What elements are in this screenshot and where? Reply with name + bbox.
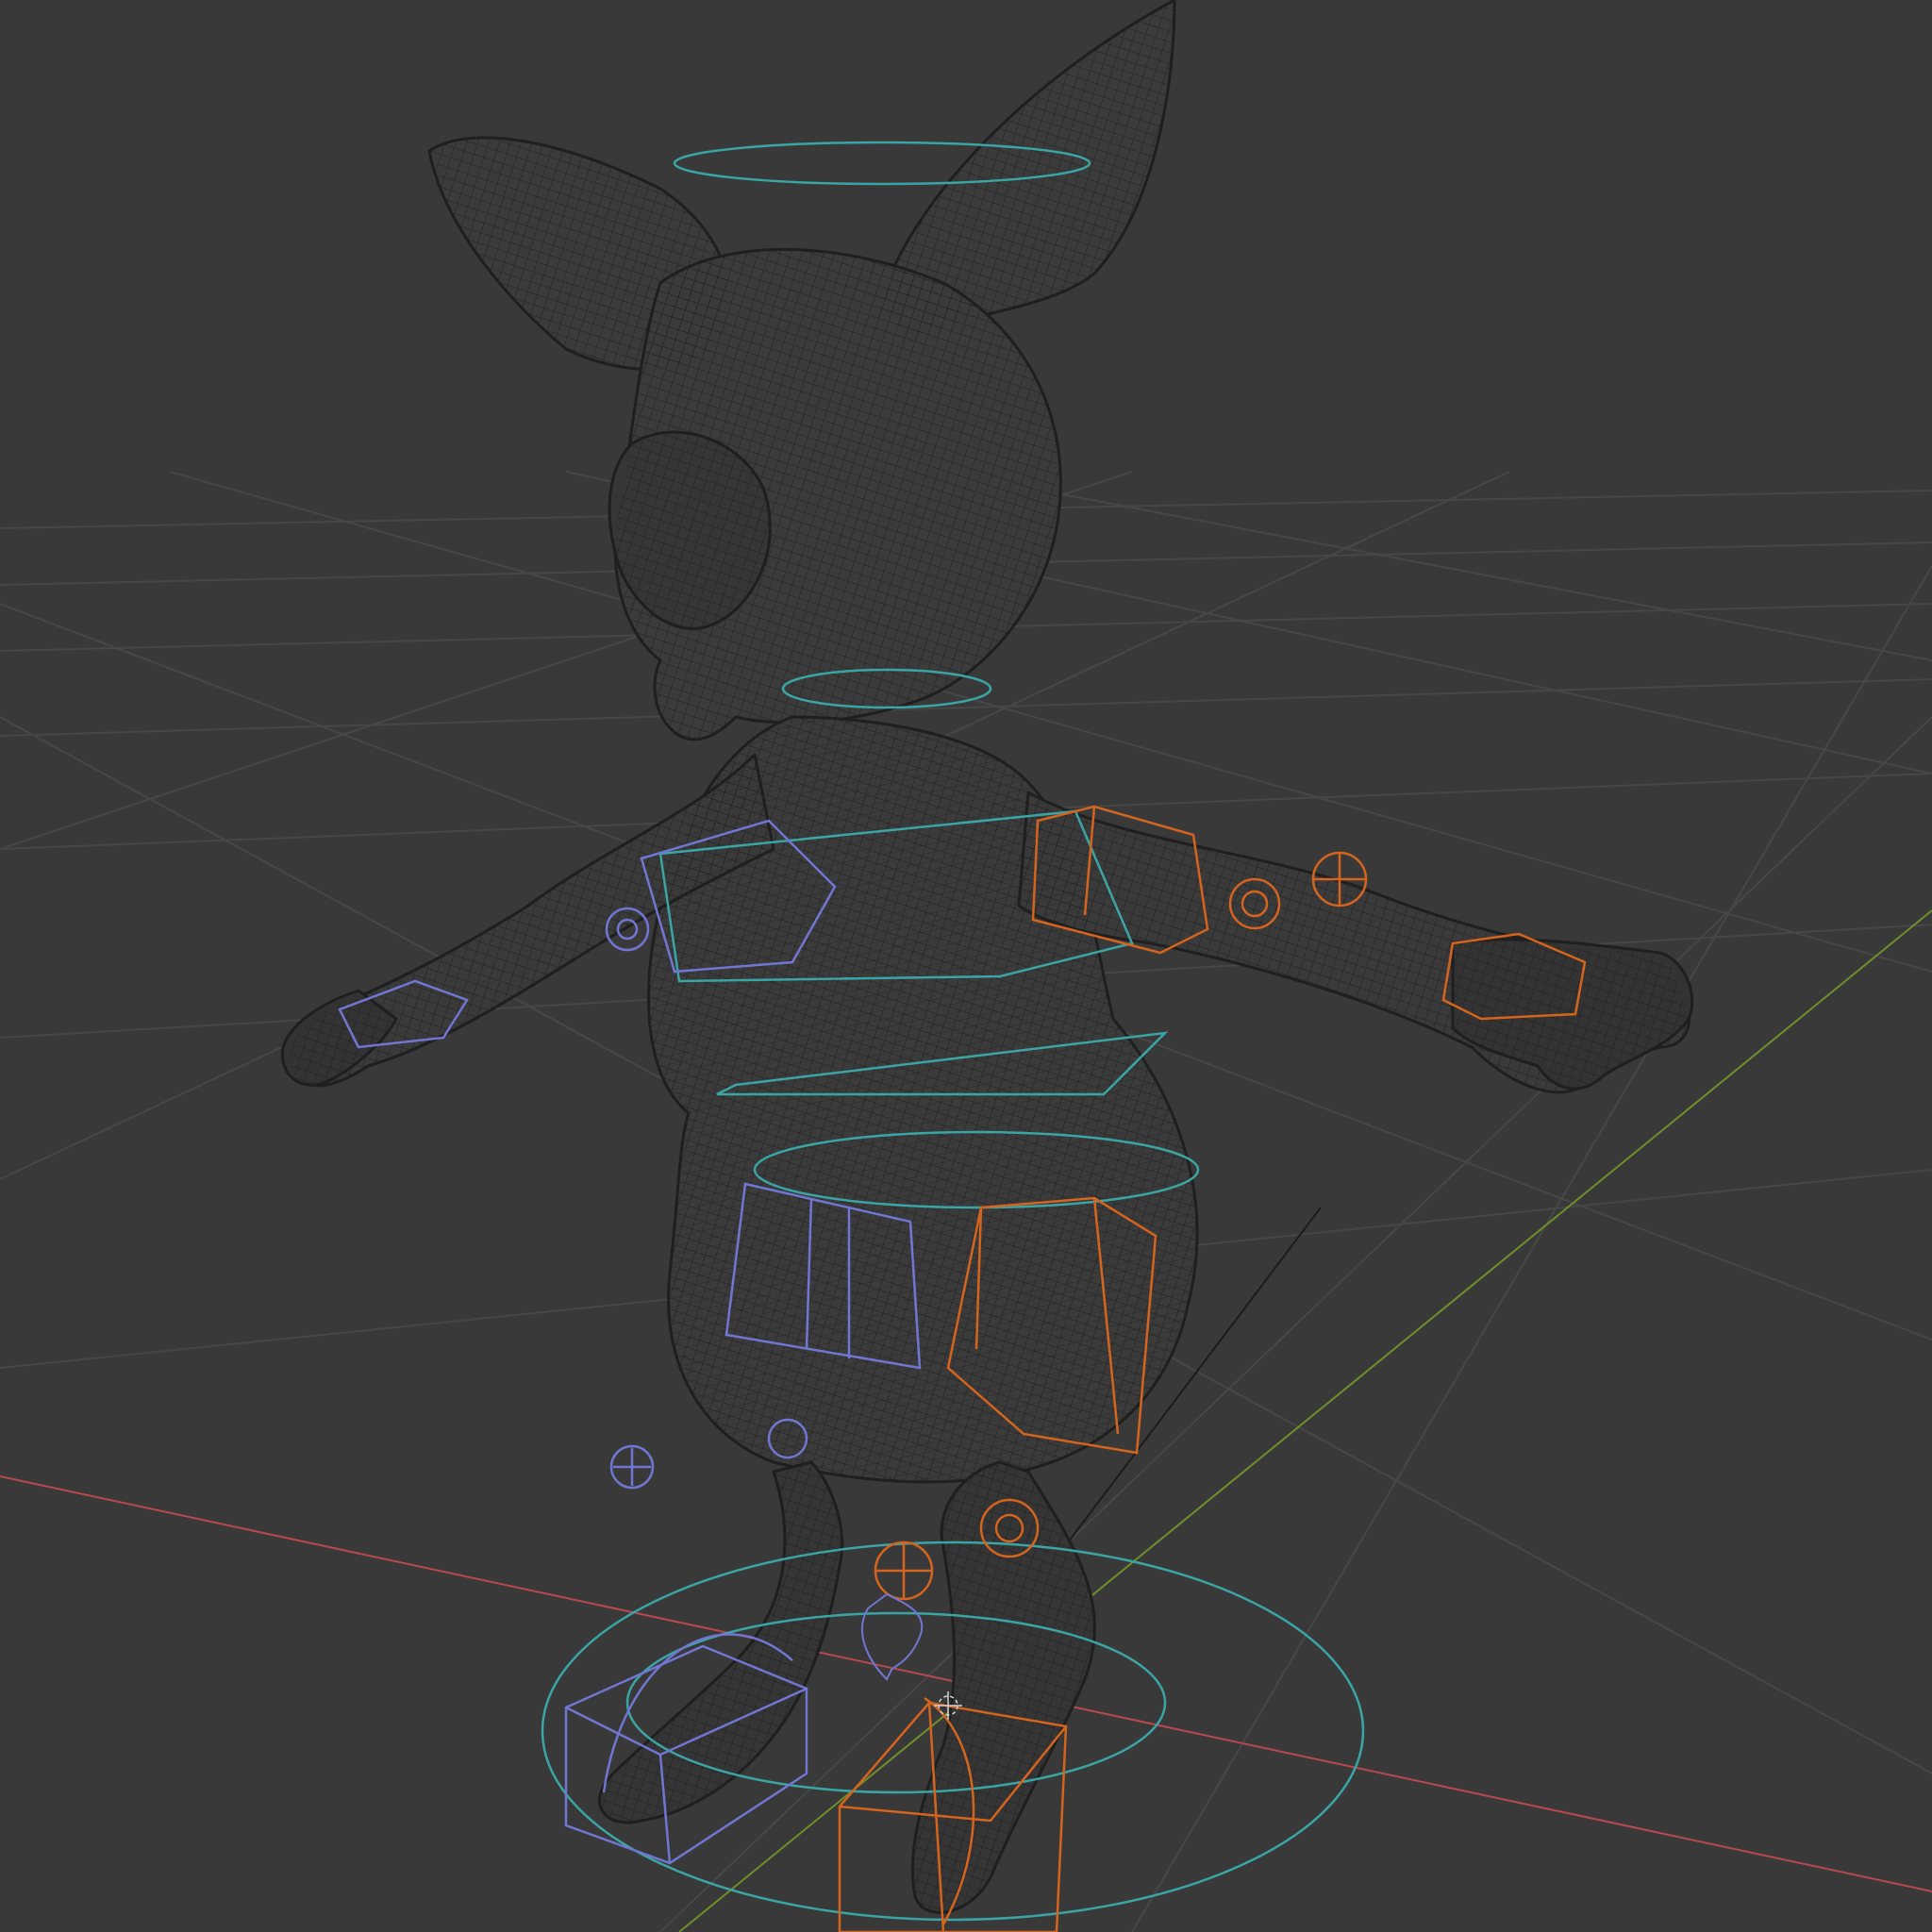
3d-viewport[interactable] [0,0,1932,1932]
